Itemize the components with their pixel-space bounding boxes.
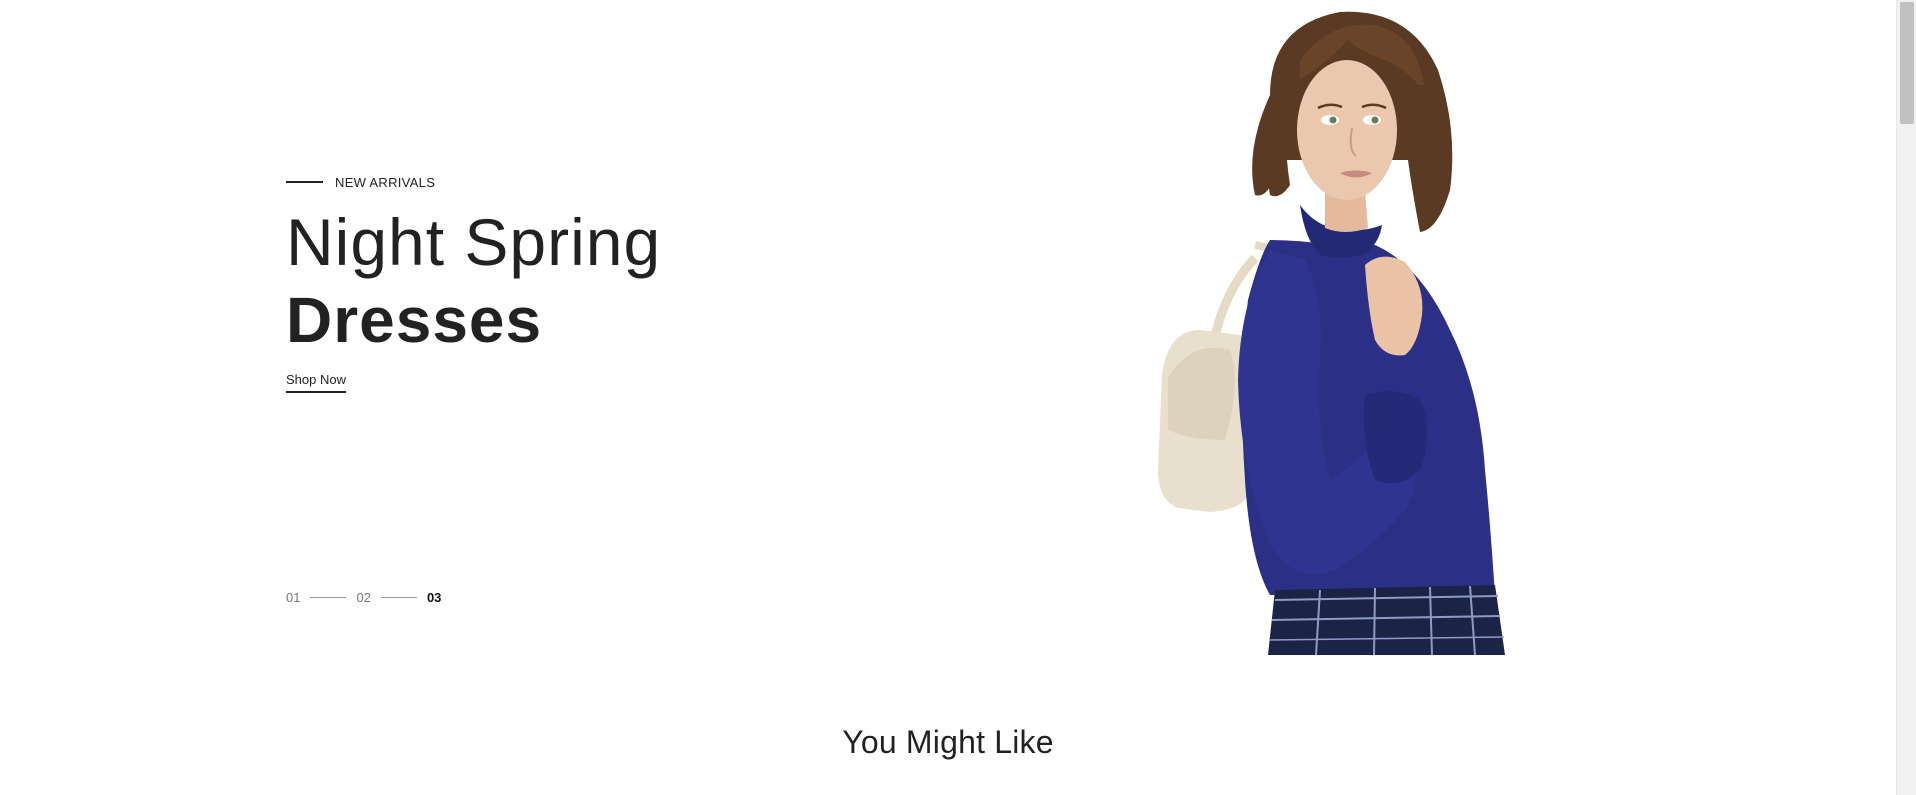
slider-pagination: 01 02 03 xyxy=(286,590,441,605)
slide-page-2[interactable]: 02 xyxy=(356,590,370,605)
hero-headline-light: Night Spring xyxy=(286,205,662,279)
scrollbar-thumb[interactable] xyxy=(1900,2,1914,124)
section-title: You Might Like xyxy=(842,724,1054,760)
eyebrow-label: NEW ARRIVALS xyxy=(335,174,436,190)
eyebrow: NEW ARRIVALS xyxy=(286,172,661,192)
page: NEW ARRIVALS Night Spring Dresses Shop N… xyxy=(0,0,1916,795)
hero-headline-bold: Dresses xyxy=(286,284,543,356)
slide-page-1[interactable]: 01 xyxy=(286,590,300,605)
slide-page-3[interactable]: 03 xyxy=(427,590,441,605)
shop-now-link[interactable]: Shop Now xyxy=(286,372,346,393)
eyebrow-line xyxy=(286,181,323,183)
hero-model-image xyxy=(1120,0,1540,656)
page-scrollbar[interactable] xyxy=(1896,0,1916,795)
pagination-separator xyxy=(310,597,347,598)
pagination-separator xyxy=(380,597,417,598)
hero-text-block: NEW ARRIVALS Night Spring Dresses Shop N… xyxy=(286,172,661,393)
